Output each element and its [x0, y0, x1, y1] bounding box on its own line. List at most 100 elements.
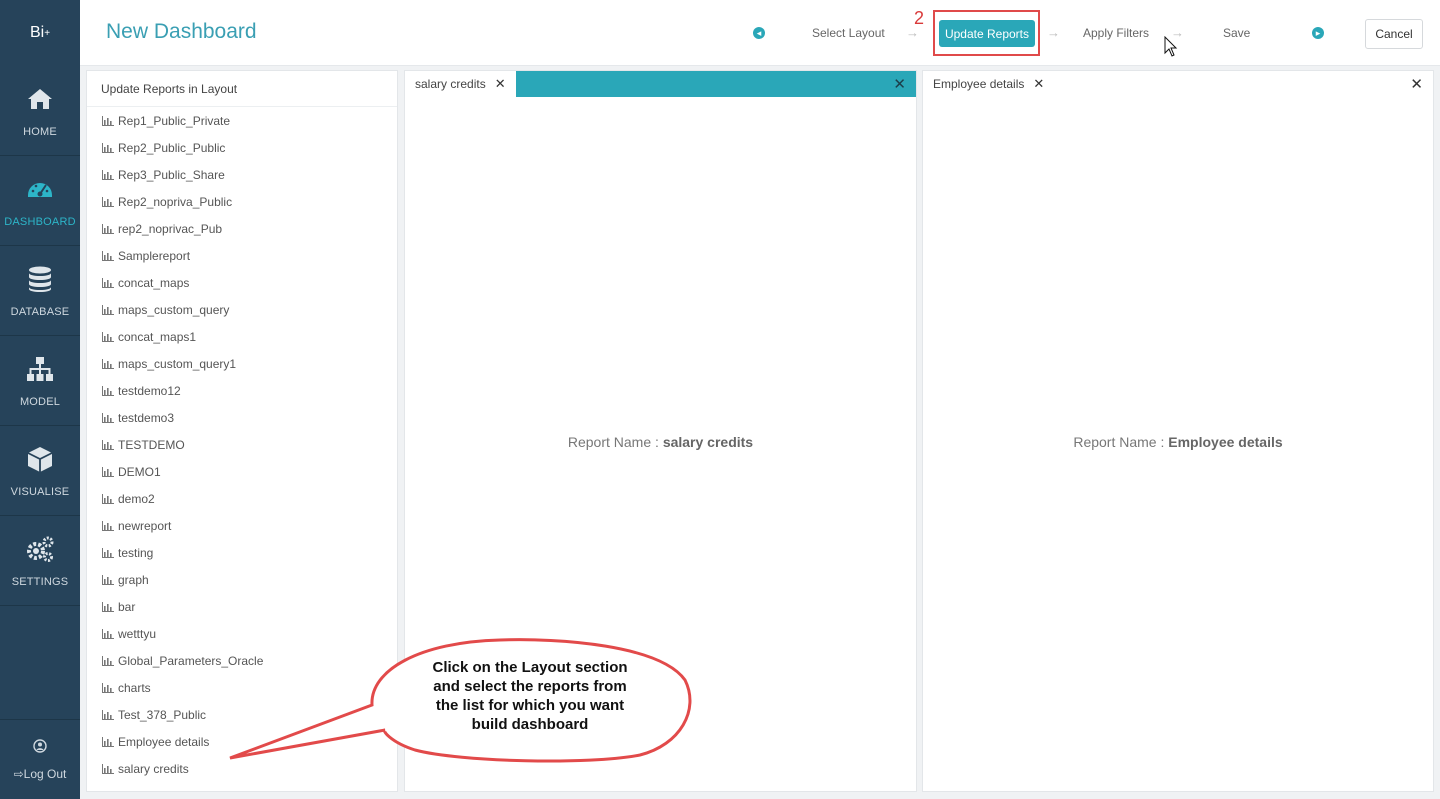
- cancel-button[interactable]: Cancel: [1365, 19, 1423, 49]
- tab-employee-details[interactable]: Employee details ✕: [923, 71, 1055, 97]
- report-name: charts: [118, 680, 151, 695]
- bar-chart-icon: [102, 385, 114, 396]
- report-name: Employee details: [118, 734, 210, 749]
- panel-header: Employee details ✕ ✕: [923, 71, 1433, 97]
- report-panel-employee-details[interactable]: Employee details ✕ ✕ Report Name : Emplo…: [922, 70, 1434, 792]
- bar-chart-icon: [102, 709, 114, 720]
- sidebar-item-label: DASHBOARD: [4, 215, 76, 228]
- bar-chart-icon: [102, 196, 114, 207]
- list-item[interactable]: maps_custom_query1: [87, 350, 397, 377]
- report-name: bar: [118, 599, 136, 614]
- panel-header: salary credits ✕ ✕: [405, 71, 916, 97]
- bar-chart-icon: [102, 142, 114, 153]
- list-item[interactable]: testing: [87, 539, 397, 566]
- report-name: concat_maps1: [118, 329, 197, 344]
- dashboard-icon: [28, 182, 52, 197]
- step-save[interactable]: Save: [1223, 26, 1250, 40]
- home-icon: [28, 88, 52, 109]
- sidebar-item-visualise[interactable]: VISUALISE: [0, 426, 80, 516]
- sidebar-item-database[interactable]: DATABASE: [0, 246, 80, 336]
- bar-chart-icon: [102, 358, 114, 369]
- bar-chart-icon: [102, 601, 114, 612]
- list-item[interactable]: DEMO1: [87, 458, 397, 485]
- close-panel-icon[interactable]: ✕: [1410, 75, 1423, 93]
- list-item[interactable]: testdemo3: [87, 404, 397, 431]
- report-name: maps_custom_query: [118, 302, 230, 317]
- report-name: testdemo3: [118, 410, 175, 425]
- list-item[interactable]: Rep2_nopriva_Public: [87, 188, 397, 215]
- list-item[interactable]: Rep3_Public_Share: [87, 161, 397, 188]
- list-item[interactable]: concat_maps: [87, 269, 397, 296]
- report-name: testdemo12: [118, 383, 181, 398]
- bar-chart-icon: [102, 304, 114, 315]
- list-panel-title: Update Reports in Layout: [87, 71, 397, 107]
- report-name-text: Report Name : salary credits: [567, 434, 754, 450]
- sidebar-item-dashboard[interactable]: DASHBOARD: [0, 156, 80, 246]
- list-item[interactable]: bar: [87, 593, 397, 620]
- list-item[interactable]: concat_maps1: [87, 323, 397, 350]
- app-logo[interactable]: Bi +: [0, 0, 80, 66]
- list-item[interactable]: TESTDEMO: [87, 431, 397, 458]
- close-panel-icon[interactable]: ✕: [893, 75, 906, 93]
- previous-step-icon[interactable]: ◂: [753, 27, 765, 39]
- bar-chart-icon: [102, 736, 114, 747]
- report-name: graph: [118, 572, 149, 587]
- step-apply-filters[interactable]: Apply Filters: [1083, 26, 1149, 40]
- bar-chart-icon: [102, 655, 114, 666]
- close-icon[interactable]: ✕: [495, 76, 506, 92]
- report-name: Rep2_nopriva_Public: [118, 194, 233, 209]
- bar-chart-icon: [102, 412, 114, 423]
- bar-chart-icon: [102, 169, 114, 180]
- sidebar-item-label: MODEL: [19, 395, 61, 408]
- bar-chart-icon: [102, 547, 114, 558]
- report-name: rep2_noprivac_Pub: [118, 221, 223, 236]
- bar-chart-icon: [102, 223, 114, 234]
- step-update-reports[interactable]: Update Reports: [939, 20, 1035, 47]
- list-item[interactable]: Rep2_Public_Public: [87, 134, 397, 161]
- list-item[interactable]: graph: [87, 566, 397, 593]
- sitemap-icon: [27, 356, 53, 381]
- bar-chart-icon: [102, 520, 114, 531]
- list-item[interactable]: testdemo12: [87, 377, 397, 404]
- list-item[interactable]: newreport: [87, 512, 397, 539]
- tab-salary-credits[interactable]: salary credits ✕: [405, 71, 516, 97]
- sidebar-item-settings[interactable]: SETTINGS: [0, 516, 80, 606]
- report-name: testing: [118, 545, 154, 560]
- list-item[interactable]: maps_custom_query: [87, 296, 397, 323]
- sidebar-item-model[interactable]: MODEL: [0, 336, 80, 426]
- bar-chart-icon: [102, 574, 114, 585]
- sidebar-item-label: DATABASE: [10, 305, 70, 318]
- bar-chart-icon: [102, 628, 114, 639]
- mouse-cursor-icon: [1164, 36, 1178, 57]
- sidebar-footer: ⇨Log Out: [0, 719, 80, 799]
- bar-chart-icon: [102, 277, 114, 288]
- next-step-icon[interactable]: ▸: [1312, 27, 1324, 39]
- bar-chart-icon: [102, 115, 114, 126]
- report-name: DEMO1: [118, 464, 161, 479]
- logout-button[interactable]: ⇨Log Out: [14, 767, 67, 781]
- report-name: Rep3_Public_Share: [118, 167, 225, 182]
- user-icon[interactable]: [33, 738, 47, 753]
- sidebar-item-label: HOME: [23, 125, 57, 138]
- bar-chart-icon: [102, 331, 114, 342]
- report-name: Rep2_Public_Public: [118, 140, 226, 155]
- close-icon[interactable]: ✕: [1033, 76, 1044, 92]
- callout-text: Click on the Layout section and select t…: [432, 659, 628, 733]
- report-name: maps_custom_query1: [118, 356, 237, 371]
- sidebar-item-label: SETTINGS: [11, 575, 69, 588]
- step-select-layout[interactable]: Select Layout: [812, 26, 885, 40]
- list-item[interactable]: Samplereport: [87, 242, 397, 269]
- bar-chart-icon: [102, 493, 114, 504]
- report-name: concat_maps: [118, 275, 190, 290]
- list-item[interactable]: rep2_noprivac_Pub: [87, 215, 397, 242]
- cube-icon: [27, 446, 53, 472]
- list-item[interactable]: Rep1_Public_Private: [87, 107, 397, 134]
- header: New Dashboard ◂ Select Layout → 2 Update…: [80, 0, 1440, 66]
- report-name: wetttyu: [118, 626, 157, 641]
- sidebar-item-home[interactable]: HOME: [0, 66, 80, 156]
- list-item[interactable]: demo2: [87, 485, 397, 512]
- page-title: New Dashboard: [106, 20, 257, 43]
- bar-chart-icon: [102, 763, 114, 774]
- report-name: newreport: [118, 518, 172, 533]
- sidebar-item-label: VISUALISE: [10, 485, 70, 498]
